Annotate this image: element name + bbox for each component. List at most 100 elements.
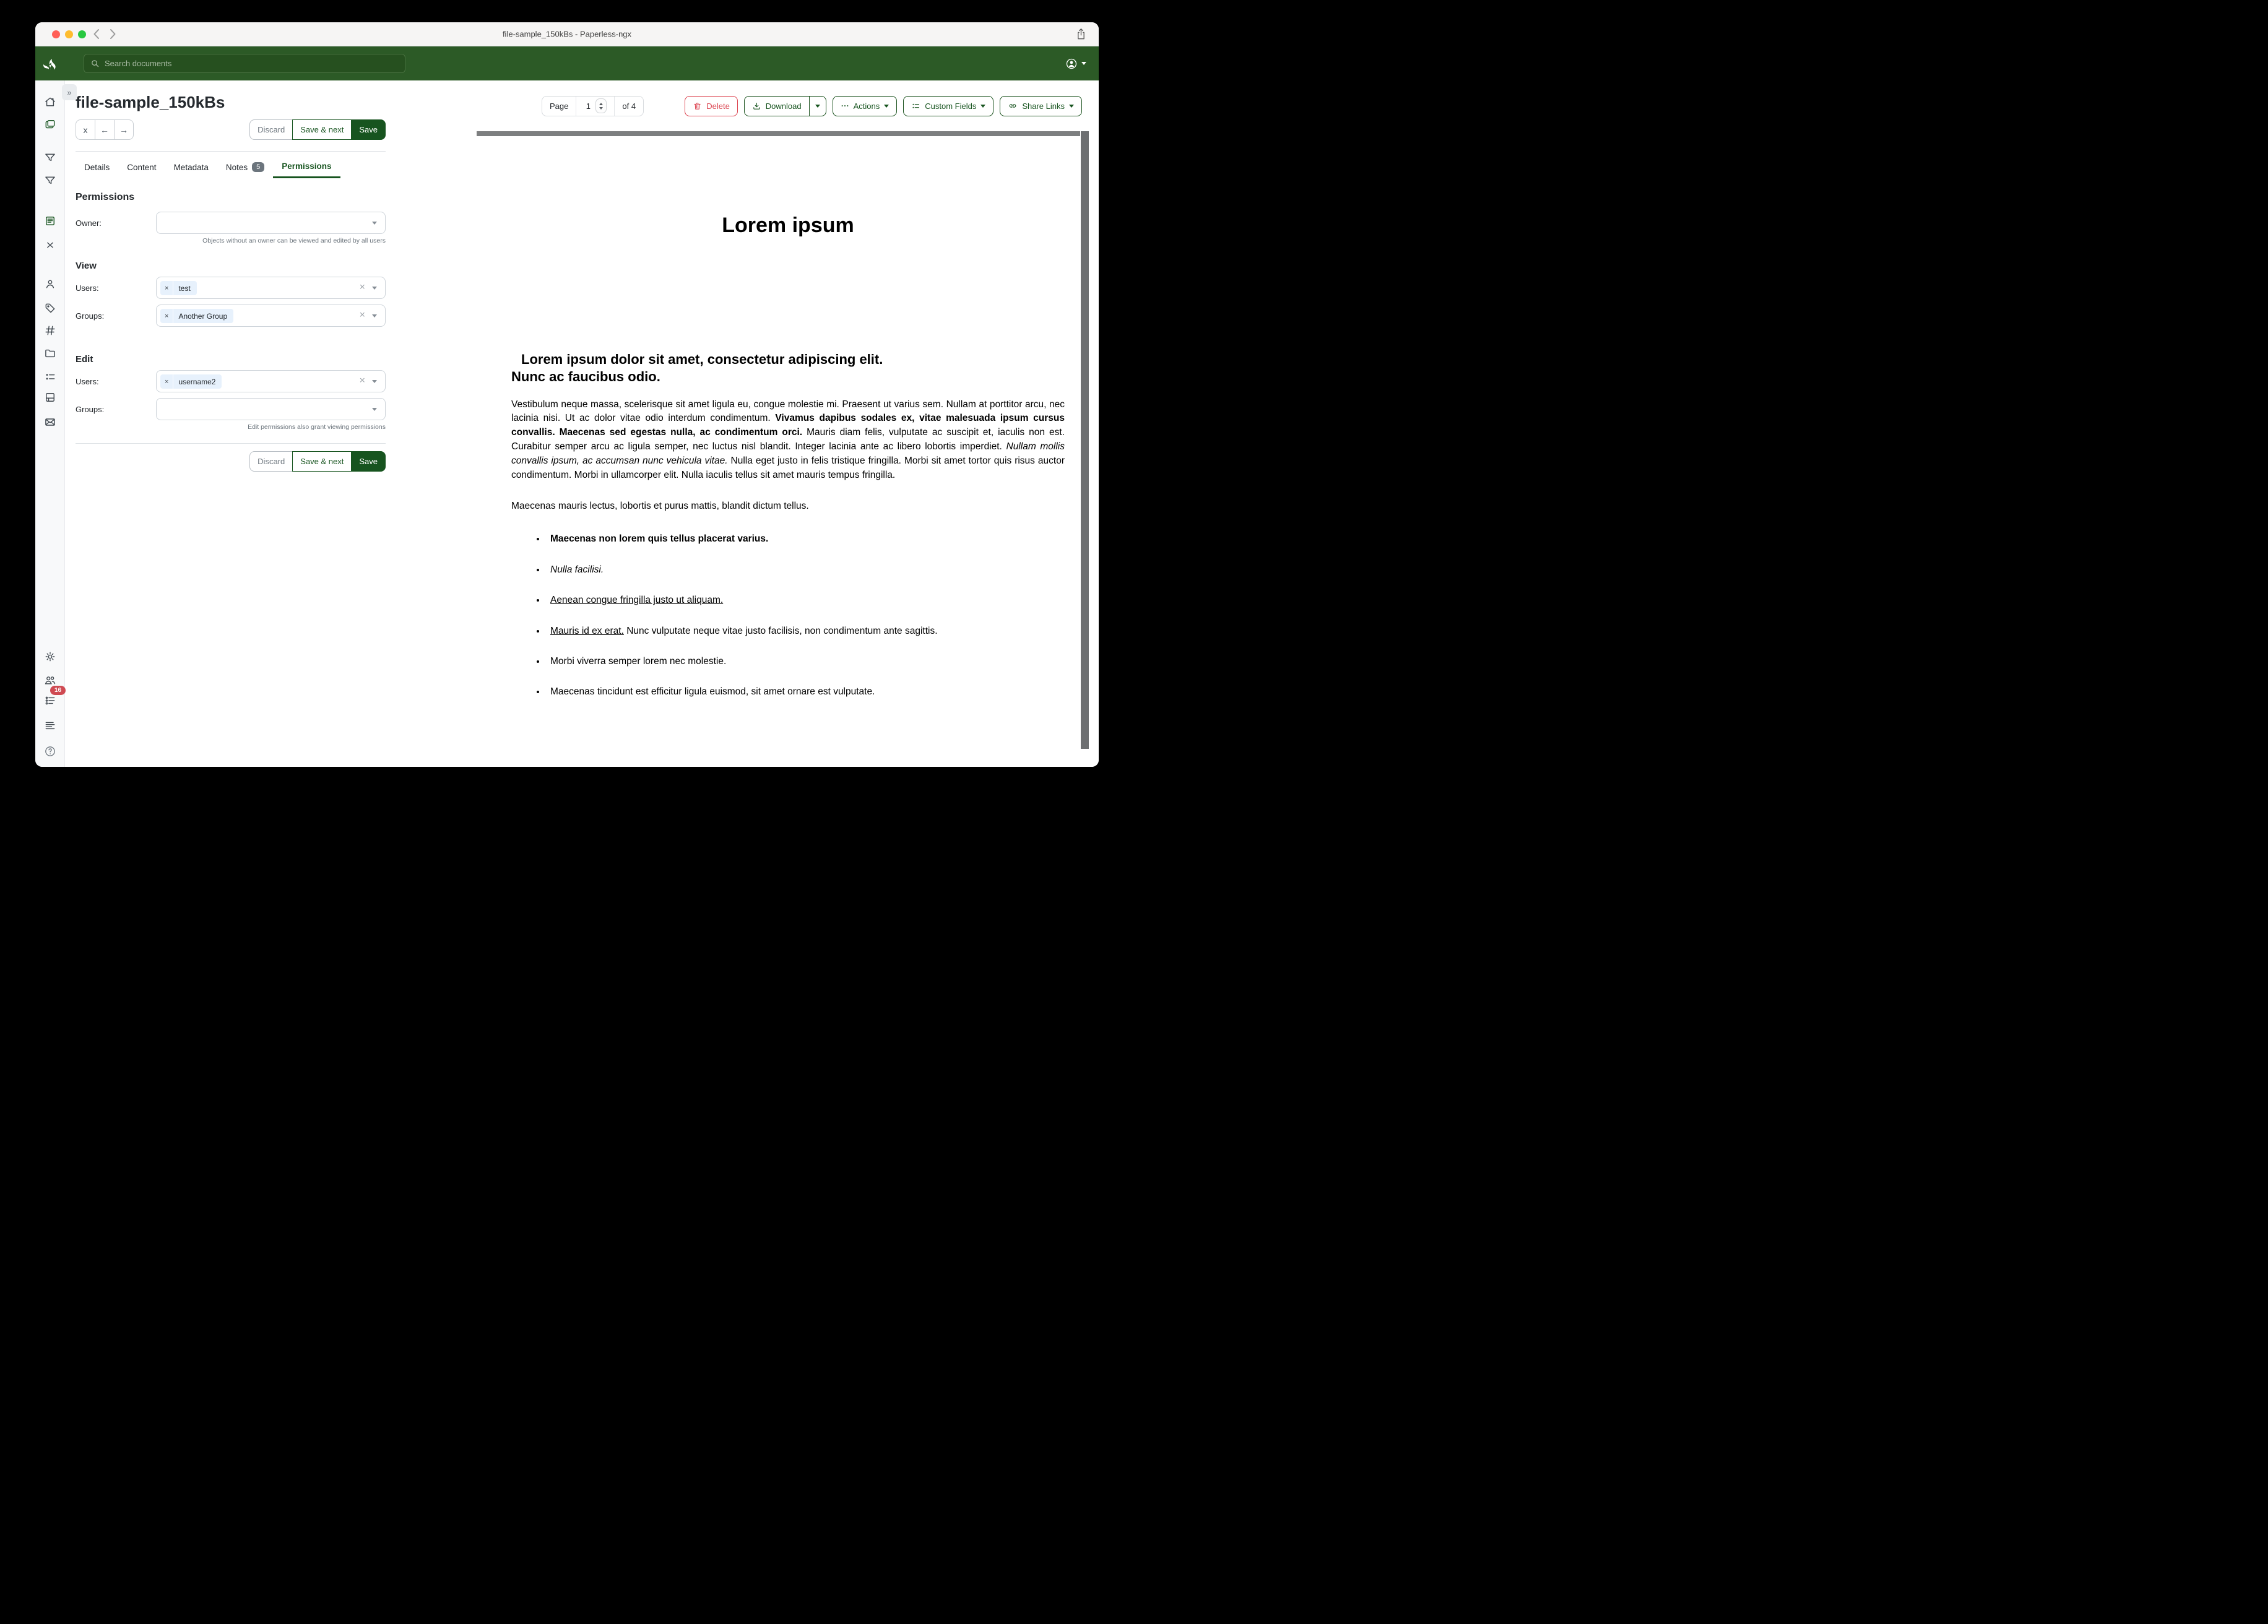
open-document-icon[interactable] <box>44 215 56 227</box>
edit-users-label: Users: <box>76 377 156 386</box>
tab-notes[interactable]: Notes5 <box>217 157 273 178</box>
remove-chip-icon[interactable]: × <box>160 374 173 389</box>
list-item: Morbi viverra semper lorem nec molestie. <box>546 655 1065 668</box>
preview-column: Page of 4 Delete <box>477 80 1099 767</box>
discard-button[interactable]: Discard <box>249 119 293 140</box>
sidebar: 16 <box>35 80 65 767</box>
custom-fields-icon[interactable] <box>44 371 56 383</box>
files-icon[interactable] <box>44 391 56 404</box>
tab-content[interactable]: Content <box>118 157 165 178</box>
edit-users-select[interactable]: × username2 × <box>156 370 386 392</box>
window-title: file-sample_150kBs - Paperless-ngx <box>503 30 631 39</box>
save-next-button[interactable]: Save & next <box>292 119 352 140</box>
remove-chip-icon[interactable]: × <box>160 309 173 323</box>
browser-back-icon[interactable] <box>93 28 100 40</box>
search-bar <box>84 54 405 73</box>
discard-button[interactable]: Discard <box>249 451 293 472</box>
selected-user-chip: × test <box>160 281 197 295</box>
document-edit-panel: file-sample_150kBs x ← → Discard Save & … <box>65 80 477 767</box>
tasks-icon[interactable] <box>44 694 56 707</box>
tags-icon[interactable] <box>44 302 56 314</box>
selected-user-chip: × username2 <box>160 374 222 389</box>
search-icon <box>90 59 100 68</box>
clear-select-icon[interactable]: × <box>360 310 365 320</box>
page-number-input[interactable] <box>584 102 592 111</box>
view-heading: View <box>76 261 386 271</box>
remove-chip-icon[interactable]: × <box>160 281 173 295</box>
dots-icon <box>841 102 849 110</box>
settings-icon[interactable] <box>44 650 56 663</box>
users-groups-icon[interactable] <box>44 674 56 686</box>
page-stepper[interactable] <box>595 98 607 113</box>
tab-metadata[interactable]: Metadata <box>165 157 217 178</box>
previous-document-button[interactable]: ← <box>95 119 115 140</box>
list-item: Mauris id ex erat. Nunc vulputate neque … <box>546 624 1065 638</box>
document-page: Lorem ipsum Lorem ipsum dolor sit amet, … <box>477 136 1080 767</box>
zoom-window-button[interactable] <box>78 30 86 38</box>
download-options-button[interactable] <box>810 96 826 116</box>
mail-icon[interactable] <box>44 416 56 428</box>
owner-select[interactable] <box>156 212 386 234</box>
view-groups-select[interactable]: × Another Group × <box>156 304 386 327</box>
list-item: Aenean congue fringilla justo ut aliquam… <box>546 594 1065 607</box>
home-icon[interactable] <box>44 96 56 108</box>
app-window: file-sample_150kBs - Paperless-ngx » <box>35 22 1099 767</box>
storage-paths-icon[interactable] <box>44 347 56 360</box>
view-users-label: Users: <box>76 283 156 293</box>
documents-icon[interactable] <box>44 118 56 131</box>
selected-group-chip: × Another Group <box>160 309 233 323</box>
edit-heading: Edit <box>76 354 386 365</box>
link-icon <box>1008 101 1018 111</box>
edit-groups-select[interactable] <box>156 398 386 420</box>
page-navigation: Page of 4 <box>542 96 644 116</box>
chevron-down-icon <box>372 314 377 317</box>
viewer-scrollbar[interactable] <box>1081 131 1089 749</box>
save-button[interactable]: Save <box>351 451 386 472</box>
browser-forward-icon[interactable] <box>110 28 116 40</box>
clear-select-icon[interactable]: × <box>360 282 365 292</box>
tasks-count-badge: 16 <box>50 686 66 695</box>
owner-hint: Objects without an owner can be viewed a… <box>76 237 386 244</box>
viewer-background <box>477 131 1080 136</box>
close-document-icon[interactable] <box>44 239 56 251</box>
pdf-viewer: Lorem ipsum Lorem ipsum dolor sit amet, … <box>477 131 1099 767</box>
share-links-button[interactable]: Share Links <box>1000 96 1082 116</box>
preview-toolbar: Page of 4 Delete <box>477 80 1099 131</box>
download-button[interactable]: Download <box>744 96 810 116</box>
delete-button[interactable]: Delete <box>685 96 738 116</box>
actions-button[interactable]: Actions <box>833 96 898 116</box>
custom-fields-button[interactable]: Custom Fields <box>903 96 993 116</box>
filter-icon[interactable] <box>44 175 56 187</box>
document-title: file-sample_150kBs <box>76 93 386 112</box>
custom-fields-icon <box>911 102 920 111</box>
next-document-button[interactable]: → <box>114 119 134 140</box>
list-item: Maecenas non lorem quis tellus placerat … <box>546 532 1065 546</box>
share-icon[interactable] <box>1076 27 1086 41</box>
document-heading: Lorem ipsum <box>511 213 1065 238</box>
minimize-window-button[interactable] <box>65 30 73 38</box>
app-header <box>35 46 1099 80</box>
document-paragraph: Vestibulum neque massa, scelerisque sit … <box>511 398 1065 483</box>
chevron-down-icon <box>372 408 377 411</box>
help-icon[interactable] <box>44 745 56 758</box>
document-types-icon[interactable] <box>44 324 56 337</box>
sidebar-expand-button[interactable]: » <box>62 84 77 100</box>
view-users-select[interactable]: × test × <box>156 277 386 299</box>
save-button[interactable]: Save <box>351 119 386 140</box>
save-next-button[interactable]: Save & next <box>292 451 352 472</box>
document-bullet-list: Maecenas non lorem quis tellus placerat … <box>511 532 1065 699</box>
tab-details[interactable]: Details <box>76 157 118 178</box>
list-item: Maecenas tincidunt est efficitur ligula … <box>546 685 1065 699</box>
user-menu[interactable] <box>1065 46 1086 80</box>
owner-label: Owner: <box>76 218 156 228</box>
tab-permissions[interactable]: Permissions <box>273 157 340 178</box>
list-item: Nulla facilisi. <box>546 563 1065 577</box>
logs-icon[interactable] <box>44 719 56 732</box>
search-input[interactable] <box>105 59 399 68</box>
saved-views-icon[interactable] <box>44 152 56 164</box>
correspondents-icon[interactable] <box>44 278 56 290</box>
clear-select-icon[interactable]: × <box>360 376 365 386</box>
close-window-button[interactable] <box>52 30 60 38</box>
close-editor-button[interactable]: x <box>76 119 95 140</box>
avatar-icon <box>1065 58 1078 70</box>
